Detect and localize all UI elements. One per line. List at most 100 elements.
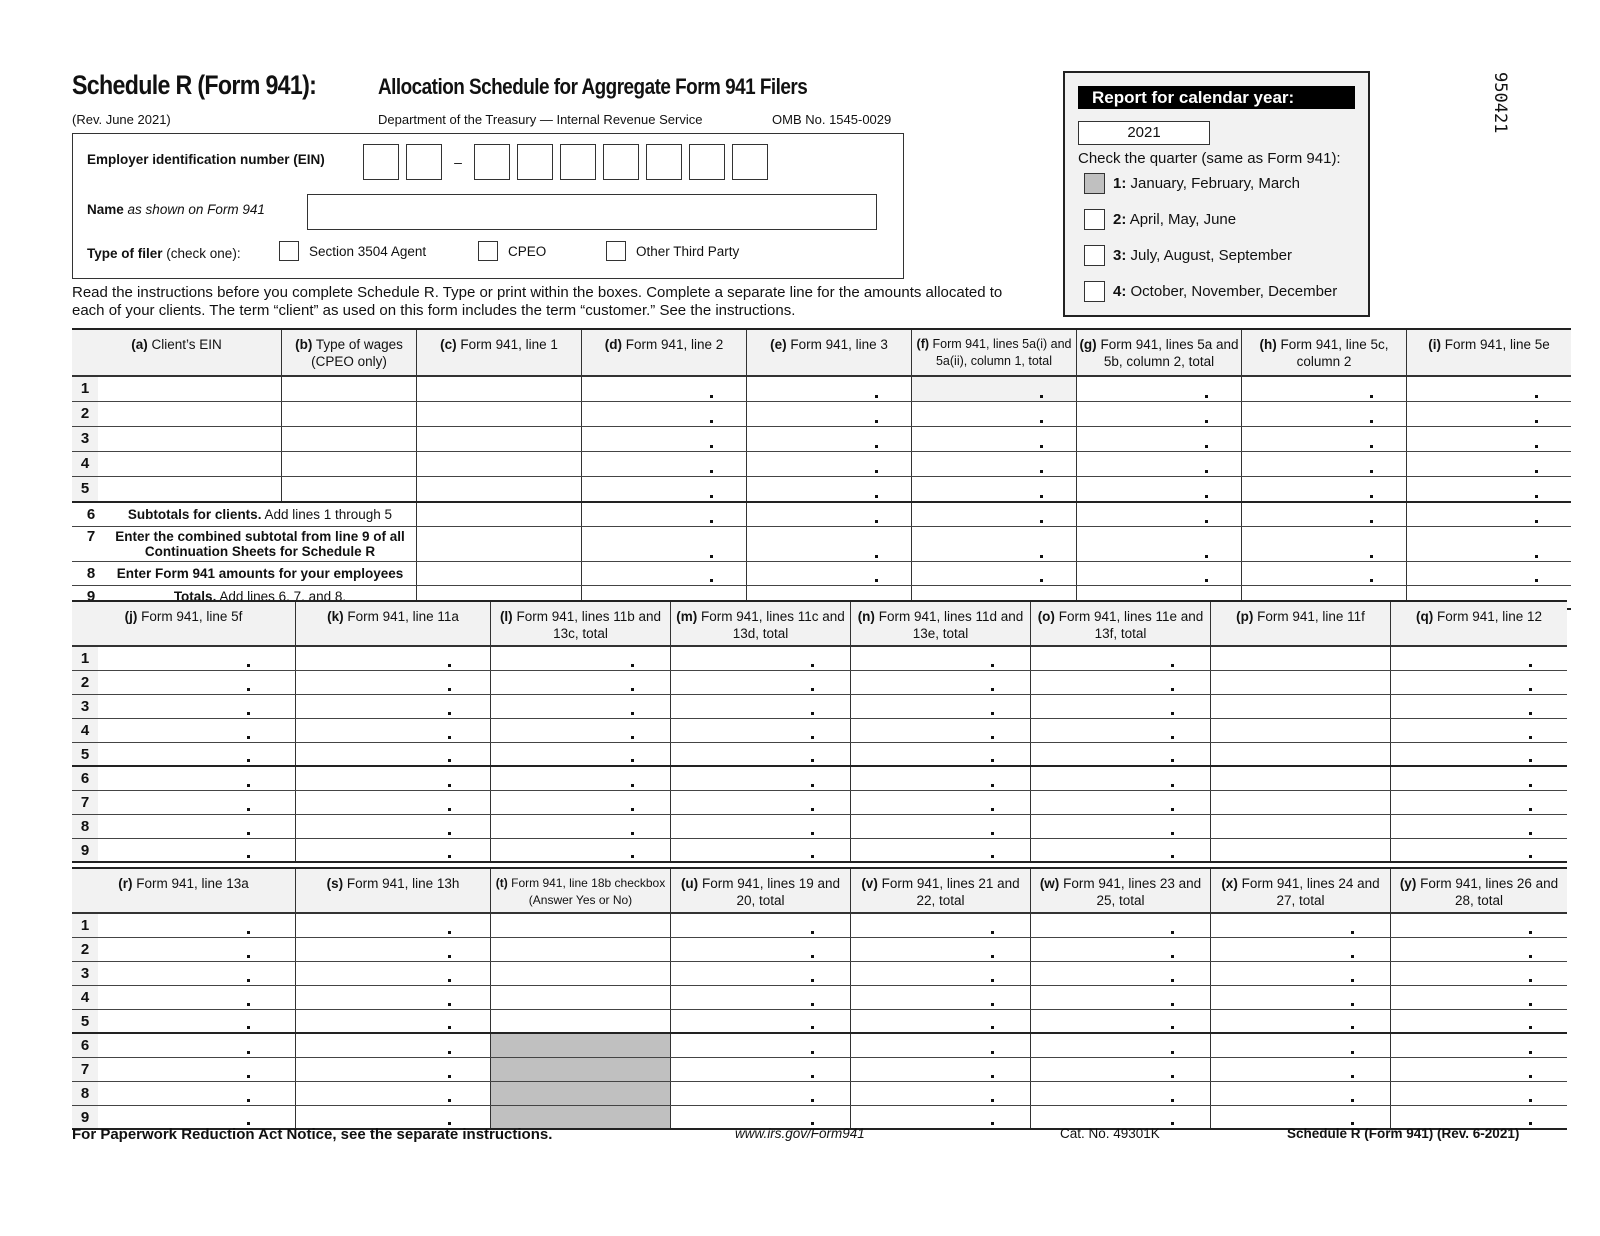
amount-cell[interactable] [1390,985,1567,1010]
amount-cell[interactable] [670,913,851,938]
amount-cell[interactable] [670,694,851,719]
amount-cell[interactable] [1030,1057,1211,1082]
amount-cell[interactable] [1241,401,1407,427]
ein-digit-3[interactable] [474,144,510,180]
yes-no-cell[interactable] [490,937,671,962]
amount-cell[interactable] [1390,1081,1567,1106]
name-input[interactable] [307,194,877,230]
ein-digit-5[interactable] [560,144,596,180]
amount-cell[interactable] [850,985,1031,1010]
quarter-option-2[interactable]: 2: April, May, June [1084,209,1236,230]
amount-cell[interactable] [1030,1032,1211,1058]
amount-cell[interactable] [746,376,912,402]
ein-digit-8[interactable] [689,144,725,180]
filer-option-other-third-party[interactable]: Other Third Party [606,241,739,261]
amount-cell[interactable] [1241,526,1407,562]
amount-cell[interactable] [850,937,1031,962]
amount-cell[interactable] [850,670,1031,695]
amount-cell[interactable] [295,985,491,1010]
amount-cell[interactable] [295,718,491,743]
ein-digit-6[interactable] [603,144,639,180]
amount-cell[interactable] [490,718,671,743]
amount-cell[interactable] [490,814,671,839]
amount-cell[interactable] [295,961,491,986]
ein-digit-9[interactable] [732,144,768,180]
amount-cell[interactable]: 7 [72,1057,296,1082]
amount-cell[interactable] [850,718,1031,743]
amount-cell[interactable] [1210,838,1391,863]
amount-cell[interactable] [670,670,851,695]
amount-cell[interactable] [911,561,1077,586]
amount-cell[interactable] [581,476,747,503]
amount-cell[interactable] [1406,376,1571,402]
amount-cell[interactable] [1076,476,1242,503]
amount-cell[interactable] [1076,376,1242,402]
filer-option-cpeo[interactable]: CPEO [478,241,546,261]
amount-cell[interactable] [1210,1009,1391,1034]
amount-cell[interactable] [295,814,491,839]
amount-cell[interactable] [850,1081,1031,1106]
amount-cell[interactable] [1390,670,1567,695]
amount-cell[interactable] [1210,937,1391,962]
quarter-4-checkbox[interactable] [1084,281,1105,302]
amount-cell[interactable] [295,646,491,671]
wage-type-cell[interactable] [281,376,417,402]
amount-cell[interactable]: 2 [72,937,296,962]
amount-cell[interactable]: 4 [72,985,296,1010]
amount-cell[interactable] [1210,1081,1391,1106]
quarter-option-3[interactable]: 3: July, August, September [1084,245,1292,266]
ein-digit-7[interactable] [646,144,682,180]
amount-cell[interactable]: 4 [72,718,296,743]
amount-cell[interactable] [1030,765,1211,791]
amount-cell[interactable] [1210,1057,1391,1082]
amount-cell[interactable] [850,765,1031,791]
amount-cell[interactable] [746,451,912,477]
amount-cell[interactable] [295,838,491,863]
amount-cell[interactable] [670,838,851,863]
amount-cell[interactable] [1390,1032,1567,1058]
quarter-2-checkbox[interactable] [1084,209,1105,230]
amount-cell[interactable] [1241,426,1407,452]
amount-cell[interactable] [670,937,851,962]
amount-cell[interactable] [1406,401,1571,427]
amount-cell[interactable]: 1 [72,646,296,671]
amount-cell[interactable] [1390,838,1567,863]
amount-cell[interactable] [670,1081,851,1106]
amount-cell[interactable] [1030,814,1211,839]
amount-cell[interactable] [1241,501,1407,527]
amount-cell[interactable] [850,694,1031,719]
wage-type-cell[interactable] [281,476,417,503]
client-ein-cell[interactable]: 1 [72,376,282,402]
amount-cell[interactable] [850,790,1031,815]
amount-cell[interactable] [1406,526,1571,562]
amount-cell[interactable] [295,1057,491,1082]
amount-cell[interactable] [1210,814,1391,839]
amount-cell[interactable] [295,790,491,815]
client-ein-cell[interactable]: 4 [72,451,282,477]
quarter-3-checkbox[interactable] [1084,245,1105,266]
filer-option-section-3504[interactable]: Section 3504 Agent [279,241,426,261]
amount-cell[interactable] [1030,646,1211,671]
amount-cell[interactable] [1390,937,1567,962]
amount-cell[interactable] [670,1057,851,1082]
amount-cell[interactable] [1210,790,1391,815]
amount-cell[interactable] [1390,646,1567,671]
amount-cell[interactable] [1406,451,1571,477]
amount-cell[interactable] [1390,1057,1567,1082]
amount-cell[interactable] [850,913,1031,938]
amount-cell[interactable] [1076,426,1242,452]
amount-cell[interactable] [490,694,671,719]
wage-type-cell[interactable] [281,401,417,427]
amount-cell[interactable] [295,670,491,695]
amount-cell[interactable] [490,742,671,767]
amount-cell[interactable] [670,985,851,1010]
amount-cell[interactable] [295,1009,491,1034]
amount-cell[interactable] [416,451,582,477]
amount-cell[interactable] [490,790,671,815]
amount-cell[interactable] [1406,561,1571,586]
amount-cell[interactable] [1030,961,1211,986]
amount-cell[interactable] [295,913,491,938]
amount-cell[interactable] [1210,985,1391,1010]
amount-cell[interactable] [1210,913,1391,938]
amount-cell[interactable] [1076,526,1242,562]
